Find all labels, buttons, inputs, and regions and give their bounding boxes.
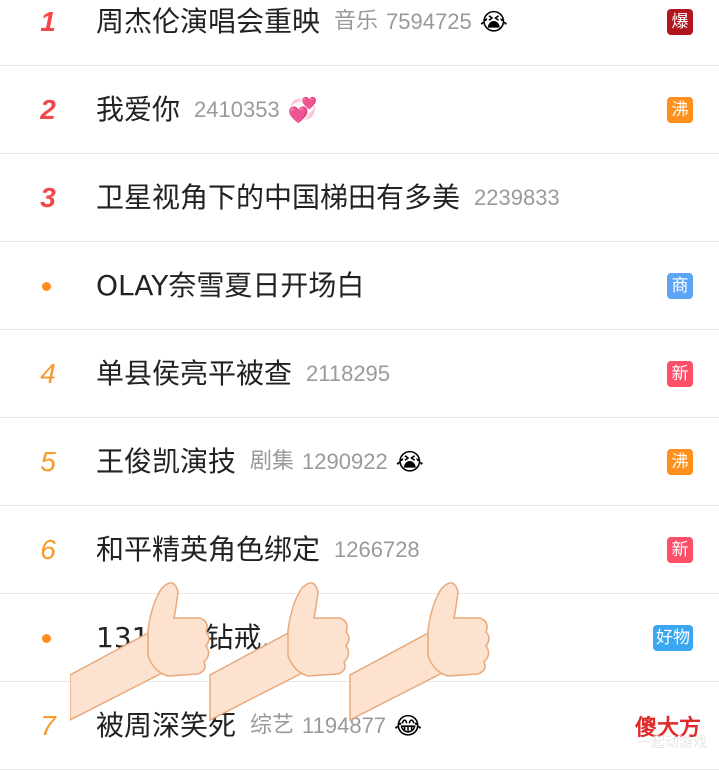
rank-number: 6	[40, 534, 56, 565]
heat-count: 2118295	[306, 361, 391, 386]
rank-number: 4	[40, 358, 56, 389]
hot-badge: 爆	[667, 9, 693, 35]
rank-number: 3	[40, 182, 56, 213]
rank-number: 1	[40, 6, 56, 37]
heat-count: 1266728	[334, 537, 420, 562]
row-content: 王俊凯演技 剧集 1290922 😭	[96, 418, 424, 506]
watermark-subtitle: 一起动游戏	[637, 735, 707, 751]
heat-count: 2410353	[194, 97, 280, 122]
topic-title[interactable]: 和平精英角色绑定	[96, 506, 320, 594]
hot-search-row[interactable]: 4 单县侯亮平被查 2118295 新	[0, 330, 719, 418]
topic-category: 音乐	[334, 9, 379, 34]
good-item-badge: 好物	[653, 625, 693, 651]
commercial-badge: 商	[667, 273, 693, 299]
row-content: 131…拉钻戒…够吗	[96, 594, 359, 682]
topic-title[interactable]: 我爱你	[96, 66, 180, 154]
row-content: 被周深笑死 综艺 1194877 😂	[96, 682, 422, 770]
promoted-dot-icon	[42, 634, 51, 643]
heat-count: 1194877	[302, 713, 387, 738]
heat-count: 2239833	[474, 185, 560, 210]
hot-search-row[interactable]: 5 王俊凯演技 剧集 1290922 😭 沸	[0, 418, 719, 506]
boiling-badge: 沸	[667, 449, 693, 475]
topic-category: 剧集	[250, 449, 295, 474]
row-content: 我爱你 2410353 💞	[96, 66, 318, 154]
topic-title[interactable]: 卫星视角下的中国梯田有多美	[96, 154, 460, 242]
crying-emoji-icon: 😭	[479, 8, 508, 36]
heat-count: 1290922	[302, 449, 388, 474]
topic-title[interactable]: 单县侯亮平被查	[96, 330, 292, 418]
heat-count: 7594725	[386, 9, 472, 34]
crying-emoji-icon: 😭	[395, 448, 424, 476]
hearts-emoji-icon: 💞	[287, 96, 318, 124]
topic-title[interactable]: 王俊凯演技	[96, 418, 236, 506]
topic-title[interactable]: 被周深笑死	[96, 682, 236, 770]
topic-title[interactable]: 131…拉钻戒…够吗	[96, 594, 345, 682]
hot-search-row[interactable]: 1 周杰伦演唱会重映 音乐 7594725 😭 爆	[0, 0, 719, 66]
hot-search-row-ad[interactable]: OLAY奈雪夏日开场白 商	[0, 242, 719, 330]
rank-number: 5	[40, 446, 56, 477]
rank-number: 7	[40, 710, 56, 741]
row-content: OLAY奈雪夏日开场白	[96, 242, 378, 330]
hot-search-row[interactable]: 7 被周深笑死 综艺 1194877 😂	[0, 682, 719, 770]
promoted-dot-icon	[42, 282, 51, 291]
laughing-emoji-icon: 😂	[394, 712, 423, 740]
hot-search-row[interactable]: 3 卫星视角下的中国梯田有多美 2239833	[0, 154, 719, 242]
hot-search-row[interactable]: 6 和平精英角色绑定 1266728 新	[0, 506, 719, 594]
hot-search-row[interactable]: 2 我爱你 2410353 💞 沸	[0, 66, 719, 154]
hot-search-row-ad[interactable]: 131…拉钻戒…够吗 好物	[0, 594, 719, 682]
boiling-badge: 沸	[667, 97, 693, 123]
row-content: 卫星视角下的中国梯田有多美 2239833	[96, 154, 568, 242]
row-content: 和平精英角色绑定 1266728	[96, 506, 428, 594]
new-badge: 新	[667, 361, 693, 387]
topic-title[interactable]: 周杰伦演唱会重映	[96, 0, 320, 66]
rank-number: 2	[40, 94, 56, 125]
row-content: 单县侯亮平被查 2118295	[96, 330, 398, 418]
row-content: 周杰伦演唱会重映 音乐 7594725 😭	[96, 0, 508, 66]
topic-title[interactable]: OLAY奈雪夏日开场白	[96, 242, 364, 330]
new-badge: 新	[667, 537, 693, 563]
topic-category: 综艺	[250, 713, 295, 738]
